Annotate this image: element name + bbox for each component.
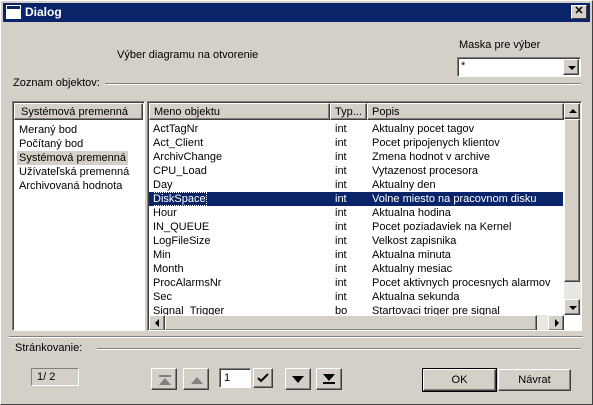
- dialog-caption: Výber diagramu na otvorenie: [117, 49, 259, 61]
- cell-desc: Zmena hodnot v archive: [372, 151, 491, 163]
- cell-type: int: [335, 291, 347, 303]
- cell-name: Sec: [153, 291, 172, 303]
- cell-type: int: [335, 263, 347, 275]
- cell-name: IN_QUEUE: [153, 221, 210, 233]
- table-row[interactable]: Month int Aktualny mesiac: [149, 262, 563, 276]
- mask-combobox[interactable]: *: [457, 57, 581, 77]
- cell-desc: Aktualny mesiac: [372, 263, 453, 275]
- object-type-item[interactable]: Počítaný bod: [17, 137, 85, 151]
- cell-desc: Aktualna sekunda: [372, 291, 460, 303]
- cell-type: int: [335, 151, 347, 163]
- cell-desc: Aktualna minuta: [372, 249, 451, 261]
- prev-page-icon[interactable]: [183, 368, 209, 390]
- object-type-list[interactable]: Systémová premenná Meraný bod Počítaný bo…: [12, 101, 145, 331]
- cell-name: ProcAlarmsNr: [153, 277, 222, 289]
- column-header-description[interactable]: Popis: [367, 103, 564, 120]
- cell-type: int: [335, 249, 347, 261]
- scroll-left-icon[interactable]: [149, 315, 165, 330]
- scroll-up-icon[interactable]: [564, 103, 580, 119]
- cell-name: ActTagNr: [153, 123, 199, 135]
- next-page-icon[interactable]: [285, 368, 311, 390]
- cell-desc: Pocet aktivnych procesnych alarmov: [372, 277, 551, 289]
- mask-value: *: [461, 60, 466, 72]
- cell-name: Month: [153, 263, 184, 275]
- window-title: Dialog: [25, 5, 62, 19]
- apply-check-icon[interactable]: [253, 368, 273, 388]
- title-bar[interactable]: Dialog ✕: [3, 3, 590, 22]
- page-info: 1/ 2: [31, 368, 79, 386]
- cell-desc: Pocet pripojenych klientov: [372, 137, 500, 149]
- table-row[interactable]: ArchivChange int Zmena hodnot v archive: [149, 150, 563, 164]
- cell-name: LogFileSize: [153, 235, 211, 247]
- paging-label: Stránkovanie:: [15, 342, 83, 354]
- object-type-item[interactable]: Systémová premenná: [17, 151, 128, 165]
- window-icon: [6, 5, 21, 19]
- cell-desc: Velkost zapisnika: [372, 235, 457, 247]
- table-row[interactable]: Hour int Aktualna hodina: [149, 206, 563, 220]
- object-type-header[interactable]: Systémová premenná: [14, 103, 143, 120]
- first-page-icon[interactable]: [151, 368, 177, 390]
- cell-name: Hour: [153, 207, 177, 219]
- mask-label: Maska pre výber: [459, 39, 541, 51]
- cell-type: int: [335, 123, 347, 135]
- cell-type: int: [335, 165, 347, 177]
- objects-divider: [105, 83, 581, 85]
- table-row[interactable]: DiskSpace int Volne miesto na pracovnom di…: [149, 192, 563, 206]
- column-header-type[interactable]: Typ...: [330, 103, 367, 120]
- table-row[interactable]: Act_Client int Pocet pripojenych klientov: [149, 136, 563, 150]
- table-row[interactable]: ActTagNr int Aktualny pocet tagov: [149, 122, 563, 136]
- table-row[interactable]: ProcAlarmsNr int Pocet aktivnych procesnyc…: [149, 276, 563, 290]
- cell-type: int: [335, 193, 347, 205]
- horizontal-scroll-thumb[interactable]: [165, 315, 537, 330]
- cell-name: ArchivChange: [153, 151, 223, 163]
- cell-type: int: [335, 207, 347, 219]
- paging-divider: [97, 348, 581, 350]
- grid-bottom-divider: [9, 336, 583, 338]
- cell-desc: Vytazenost procesora: [372, 165, 478, 177]
- cell-type: int: [335, 221, 347, 233]
- back-button[interactable]: Návrat: [498, 369, 571, 391]
- cell-desc: Volne miesto na pracovnom disku: [372, 193, 537, 205]
- scroll-right-icon[interactable]: [548, 315, 564, 330]
- objects-label: Zoznam objektov:: [13, 77, 100, 89]
- cell-type: int: [335, 235, 347, 247]
- object-type-item[interactable]: Užívateľská premenná: [17, 165, 131, 179]
- object-type-item[interactable]: Archivovaná hodnota: [17, 179, 124, 193]
- ok-button[interactable]: OK: [422, 368, 497, 392]
- cell-name: CPU_Load: [153, 165, 207, 177]
- cell-desc: Aktualny pocet tagov: [372, 123, 475, 135]
- column-header-name[interactable]: Meno objektu: [149, 103, 330, 120]
- cell-desc: Aktualny den: [372, 179, 436, 191]
- horizontal-scrollbar[interactable]: [149, 315, 564, 330]
- page-number-input[interactable]: 1: [219, 368, 251, 388]
- dialog-window: Dialog ✕ Výber diagramu na otvorenie Mas…: [0, 0, 593, 405]
- dropdown-arrow-icon[interactable]: [563, 59, 579, 75]
- table-row[interactable]: Min int Aktualna minuta: [149, 248, 563, 262]
- cell-name: Min: [153, 249, 171, 261]
- object-type-item[interactable]: Meraný bod: [17, 123, 79, 137]
- vertical-scroll-thumb[interactable]: [564, 119, 580, 282]
- table-row[interactable]: CPU_Load int Vytazenost procesora: [149, 164, 563, 178]
- cell-type: int: [335, 137, 347, 149]
- last-page-icon[interactable]: [316, 368, 342, 390]
- object-grid[interactable]: Meno objektu Typ... Popis ActTagNr int Akt…: [147, 101, 582, 331]
- cell-type: int: [335, 277, 347, 289]
- close-icon[interactable]: ✕: [571, 5, 587, 19]
- cell-name: Day: [153, 179, 173, 191]
- cell-desc: Aktualna hodina: [372, 207, 451, 219]
- table-row[interactable]: LogFileSize int Velkost zapisnika: [149, 234, 563, 248]
- scroll-down-icon[interactable]: [564, 299, 580, 315]
- table-row[interactable]: Sec int Aktualna sekunda: [149, 290, 563, 304]
- cell-name: DiskSpace: [153, 192, 207, 206]
- table-row[interactable]: Day int Aktualny den: [149, 178, 563, 192]
- cell-desc: Pocet poziadaviek na Kernel: [372, 221, 512, 233]
- table-row[interactable]: IN_QUEUE int Pocet poziadaviek na Kernel: [149, 220, 563, 234]
- cell-name: Act_Client: [153, 137, 204, 149]
- cell-type: int: [335, 179, 347, 191]
- vertical-scrollbar[interactable]: [564, 103, 581, 315]
